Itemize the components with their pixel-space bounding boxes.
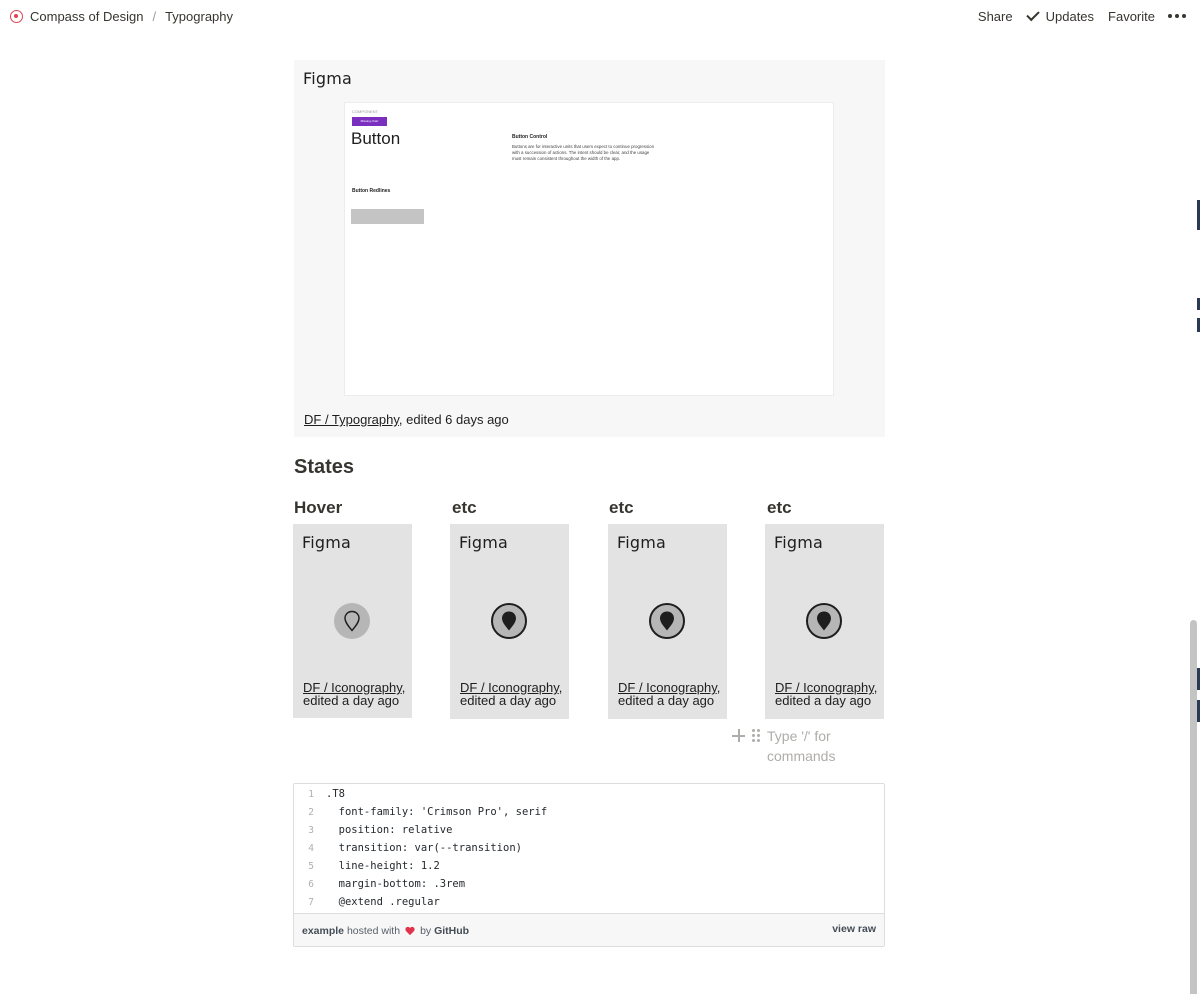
preview-chip: Missing chart (352, 117, 387, 126)
preview-placeholder-block (351, 209, 424, 224)
preview-control-body: Buttons are for interactive units that u… (512, 144, 655, 161)
github-link[interactable]: GitHub (434, 925, 469, 937)
code-text: line-height: 1.2 (326, 860, 440, 872)
pin-outline-icon (334, 603, 370, 639)
gist-embed[interactable]: 1 .T8 2 font-family: 'Crimson Pro', serif… (293, 783, 885, 947)
gist-filename-link[interactable]: example (302, 925, 344, 937)
line-number: 3 (308, 824, 314, 836)
code-text: position: relative (326, 824, 453, 836)
preview-redlines-label: Button Redlines (352, 188, 391, 194)
code-text: margin-bottom: .3rem (326, 878, 466, 890)
state-label-etc: etc (767, 498, 792, 517)
gist-hosted-with: hosted with (346, 925, 401, 937)
embed-caption: DF / Iconography, edited a day ago (775, 681, 880, 707)
gist-by: by (420, 925, 432, 937)
line-number: 4 (308, 842, 314, 854)
pin-filled-icon (649, 603, 685, 639)
embed-caption: DF / Iconography, edited a day ago (618, 681, 723, 707)
favorite-button[interactable]: Favorite (1108, 9, 1155, 24)
figma-embed-state[interactable]: Figma DF / Iconography, edited a day ago (450, 524, 569, 719)
figma-logo: Figma (302, 533, 352, 552)
share-button[interactable]: Share (978, 9, 1013, 24)
scrollbar-thumb[interactable] (1190, 620, 1197, 994)
more-options-icon[interactable] (1168, 14, 1186, 18)
figma-logo: Figma (774, 533, 824, 552)
code-line: 3 position: relative (294, 821, 452, 839)
scrollbar[interactable] (1186, 32, 1200, 994)
state-label-etc: etc (609, 498, 634, 517)
pin-filled-icon (806, 603, 842, 639)
line-number: 1 (308, 788, 314, 800)
figma-embed-hover[interactable]: Figma DF / Iconography, edited a day ago (293, 524, 412, 718)
updates-button[interactable]: Updates (1025, 7, 1095, 24)
states-heading: States (294, 456, 355, 478)
view-raw-link[interactable]: view raw (832, 923, 876, 935)
line-number: 5 (308, 860, 314, 872)
gist-code: 1 .T8 2 font-family: 'Crimson Pro', serif… (294, 784, 884, 913)
gist-footer: example hosted with by GitHub view raw (294, 913, 884, 946)
code-line: 4 transition: var(--transition) (294, 839, 522, 857)
gist-meta: example hosted with by GitHub (302, 925, 469, 937)
add-block-icon[interactable] (732, 729, 745, 742)
line-number: 2 (308, 806, 314, 818)
state-label-hover: Hover (294, 498, 343, 517)
breadcrumb-page[interactable]: Typography (165, 9, 233, 24)
line-number: 6 (308, 878, 314, 890)
check-icon (1025, 7, 1040, 22)
figma-embed-typography[interactable]: Figma COMPONENT Missing chart Button But… (294, 60, 885, 437)
code-text: font-family: 'Crimson Pro', serif (326, 806, 548, 818)
code-text: .T8 (326, 788, 345, 800)
topbar: Compass of Design / Typography Share Upd… (0, 0, 1200, 32)
code-line: 7 @extend .regular (294, 893, 440, 911)
topbar-actions: Share Updates Favorite (964, 0, 1186, 32)
embed-caption: DF / Typography, edited 6 days ago (304, 412, 509, 427)
code-text: transition: var(--transition) (326, 842, 522, 854)
figma-logo: Figma (459, 533, 509, 552)
pin-filled-icon (491, 603, 527, 639)
breadcrumb-separator: / (152, 8, 157, 24)
breadcrumb: Compass of Design / Typography (10, 0, 233, 32)
code-line: 5 line-height: 1.2 (294, 857, 440, 875)
embed-link[interactable]: DF / Typography (304, 412, 399, 427)
embed-caption: DF / Iconography, edited a day ago (303, 681, 408, 707)
state-label-etc: etc (452, 498, 477, 517)
figma-logo: Figma (617, 533, 667, 552)
preview-control-title: Button Control (512, 134, 548, 140)
figma-preview-frame[interactable]: COMPONENT Missing chart Button Button Co… (345, 103, 833, 395)
updates-label: Updates (1045, 8, 1095, 24)
workspace-icon[interactable] (10, 9, 23, 23)
line-number: 7 (308, 896, 314, 908)
figma-logo: Figma (303, 69, 353, 88)
preview-component-label: COMPONENT (352, 109, 378, 114)
figma-embed-state[interactable]: Figma DF / Iconography, edited a day ago (608, 524, 727, 719)
figma-embed-state[interactable]: Figma DF / Iconography, edited a day ago (765, 524, 884, 719)
breadcrumb-workspace[interactable]: Compass of Design (30, 9, 143, 24)
drag-handle-icon[interactable] (752, 729, 760, 742)
heart-icon (405, 927, 415, 936)
embed-edited: , edited 6 days ago (398, 412, 509, 427)
code-line: 2 font-family: 'Crimson Pro', serif (294, 803, 547, 821)
block-placeholder[interactable]: Type '/' for commands (767, 726, 847, 766)
code-line: 6 margin-bottom: .3rem (294, 875, 465, 893)
embed-caption: DF / Iconography, edited a day ago (460, 681, 565, 707)
code-text: @extend .regular (326, 896, 440, 908)
code-line: 1 .T8 (294, 785, 345, 803)
preview-title: Button (351, 129, 401, 148)
